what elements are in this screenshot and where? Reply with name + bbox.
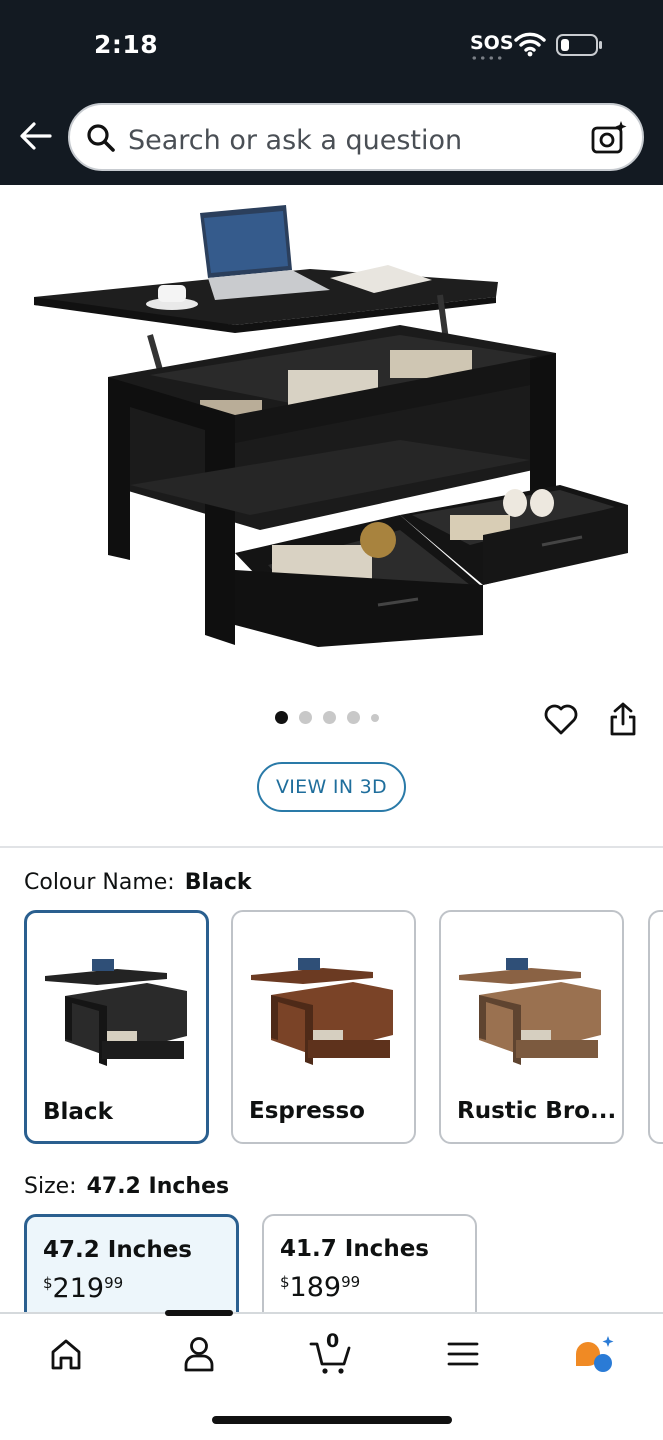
colour-option-label: Rustic Bro... — [457, 1098, 617, 1124]
search-bar[interactable]: Search or ask a question — [68, 103, 644, 171]
price-currency: $ — [43, 1274, 53, 1292]
colour-option-espresso[interactable]: Espresso — [231, 910, 416, 1144]
search-icon — [87, 124, 115, 152]
price-cents: 99 — [341, 1273, 361, 1291]
colour-label-text: Colour Name: — [24, 870, 175, 895]
image-pagination[interactable] — [275, 711, 379, 724]
active-tab-indicator — [165, 1310, 233, 1316]
size-label: Size: 47.2 Inches — [24, 1174, 229, 1199]
heart-icon[interactable] — [542, 700, 580, 738]
size-option-41-7[interactable]: 41.7 Inches $18999 — [262, 1214, 477, 1324]
price-whole: 189 — [289, 1272, 342, 1303]
battery-icon — [556, 34, 602, 56]
size-option-47-2[interactable]: 47.2 Inches $21999 — [24, 1214, 239, 1324]
colour-name-label: Colour Name: Black — [24, 870, 252, 895]
share-icon[interactable] — [604, 700, 642, 738]
status-time: 2:18 — [94, 30, 159, 59]
price-cents: 99 — [104, 1274, 124, 1292]
colour-option-black[interactable]: Black — [24, 910, 209, 1144]
swatch-thumbnail — [459, 958, 601, 1065]
search-input[interactable]: Search or ask a question — [128, 125, 462, 156]
swatch-thumbnail — [251, 958, 393, 1065]
rufus-assistant-icon[interactable] — [572, 1332, 616, 1376]
back-arrow-icon[interactable] — [18, 118, 54, 154]
wifi-icon — [514, 32, 546, 57]
price-whole: 219 — [52, 1273, 105, 1304]
size-selected-value: 47.2 Inches — [86, 1174, 230, 1199]
size-option-price: $18999 — [280, 1272, 360, 1303]
menu-icon[interactable] — [441, 1332, 485, 1376]
home-icon[interactable] — [44, 1332, 88, 1376]
pagination-dot[interactable] — [371, 713, 379, 722]
colour-option-partial[interactable] — [648, 910, 663, 1144]
size-option-price: $21999 — [43, 1273, 123, 1304]
colour-option-label: Black — [43, 1099, 113, 1125]
camera-search-icon[interactable] — [590, 119, 628, 157]
size-option-name: 47.2 Inches — [43, 1237, 192, 1263]
cart-count-badge: 0 — [326, 1330, 340, 1352]
size-label-text: Size: — [24, 1174, 77, 1199]
colour-selected-value: Black — [184, 870, 252, 895]
home-indicator[interactable] — [212, 1416, 452, 1424]
price-currency: $ — [280, 1273, 290, 1291]
account-icon[interactable] — [177, 1332, 221, 1376]
divider — [0, 846, 663, 848]
colour-option-rustic-brown[interactable]: Rustic Bro... — [439, 910, 624, 1144]
swatch-thumbnail — [45, 959, 187, 1066]
pagination-dot[interactable] — [323, 711, 336, 724]
product-image[interactable] — [0, 185, 663, 675]
size-option-name: 41.7 Inches — [280, 1236, 429, 1262]
colour-option-label: Espresso — [249, 1098, 365, 1124]
pagination-dot[interactable] — [299, 711, 312, 724]
view-in-3d-button[interactable]: VIEW IN 3D — [257, 762, 406, 812]
pagination-dot[interactable] — [275, 711, 288, 724]
pagination-dot[interactable] — [347, 711, 360, 724]
header: 2:18 SOS Search or ask a question — [0, 0, 663, 185]
sos-indicator: SOS — [470, 32, 514, 54]
signal-dots — [470, 56, 504, 60]
